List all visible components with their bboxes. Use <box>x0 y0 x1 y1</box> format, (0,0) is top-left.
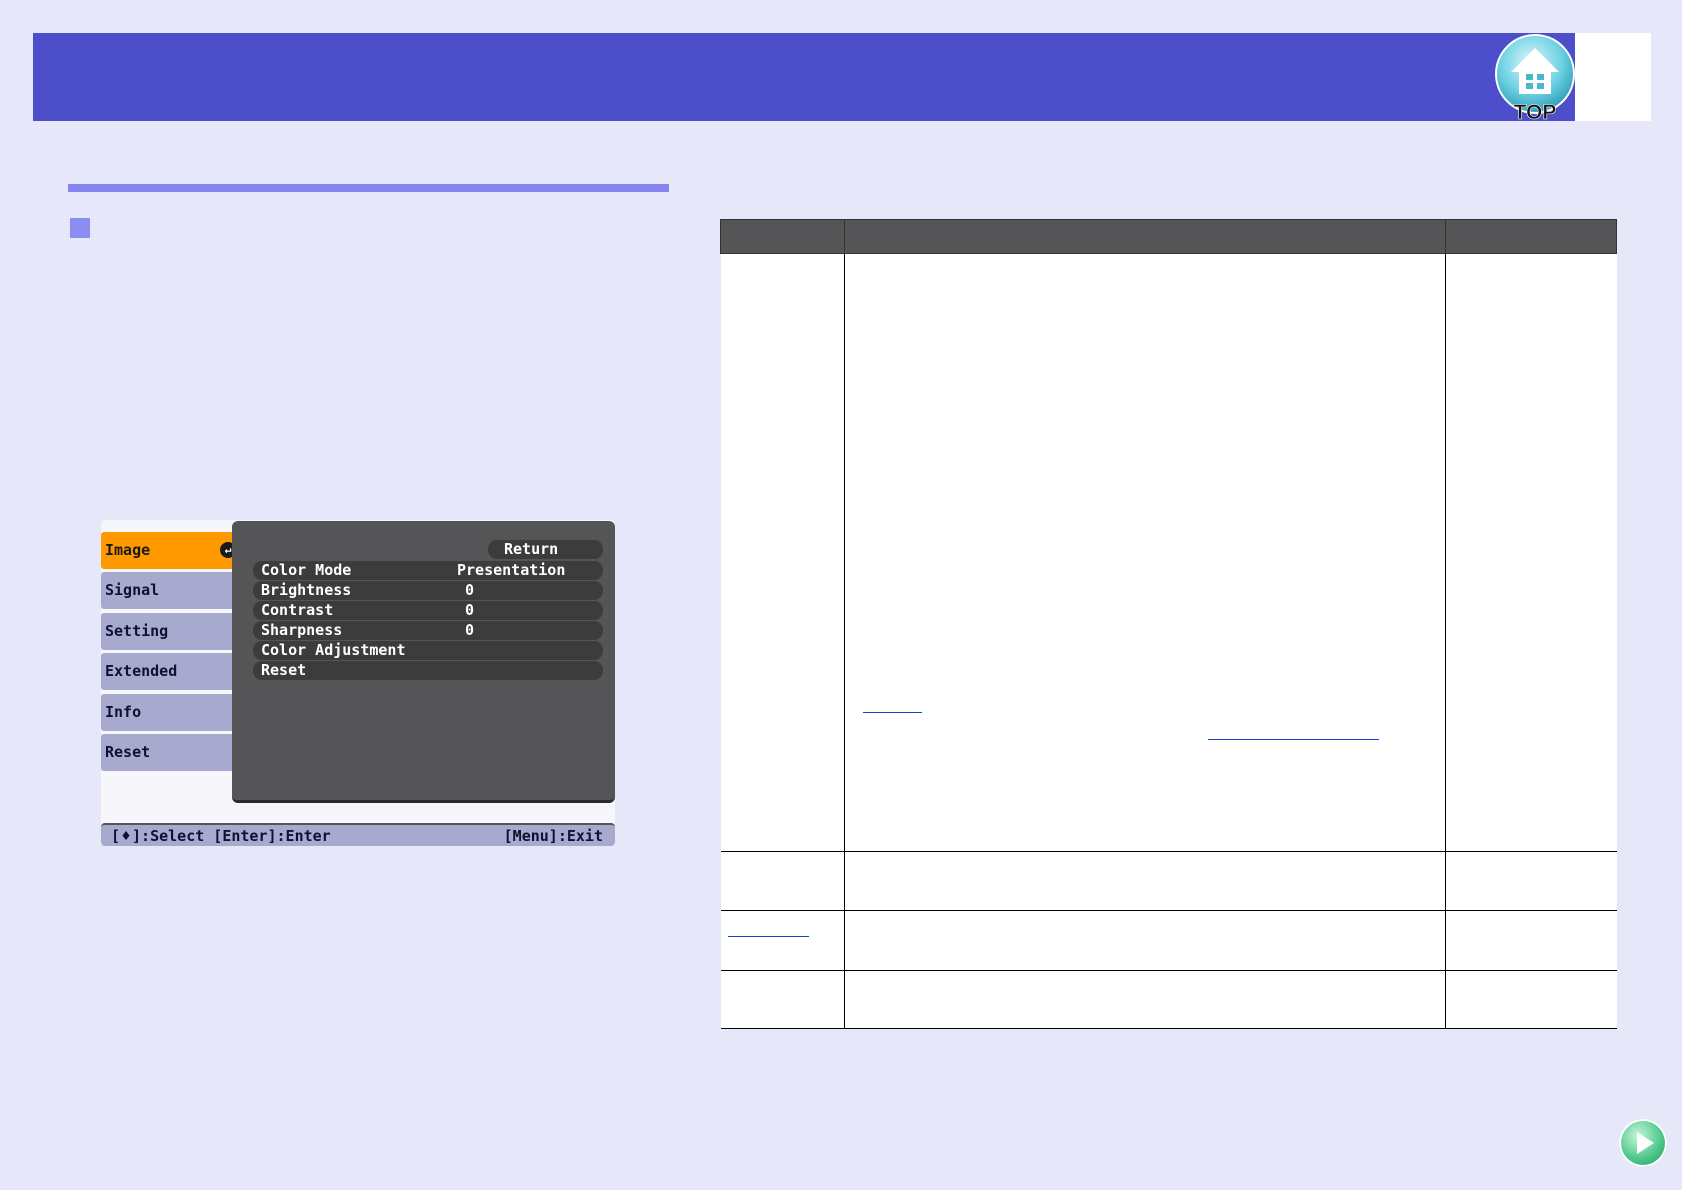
osd-row-color-adjustment: Color Adjustment <box>253 641 603 660</box>
osd-row-color-mode: Color Mode Presentation <box>253 561 603 580</box>
table-cell <box>844 910 1446 971</box>
osd-tab-reset: Reset <box>101 734 240 771</box>
up-down-arrow-icon: ♦ <box>121 827 131 845</box>
table-cell <box>844 253 1446 852</box>
osd-tab-label: Signal <box>105 581 160 599</box>
osd-tab-label: Image <box>105 541 151 559</box>
osd-menu-screenshot: Image ↵ Signal Setting Extended Info Res… <box>101 520 615 846</box>
osd-tab-setting: Setting <box>101 613 240 650</box>
osd-tab-extended: Extended <box>101 653 240 690</box>
table-cell <box>1445 851 1617 911</box>
table-cell <box>1445 970 1617 1029</box>
osd-tab-label: Setting <box>105 622 169 640</box>
osd-row-label: Reset <box>261 661 307 679</box>
table-cell <box>844 851 1446 911</box>
section-rule <box>68 184 669 192</box>
osd-return-item: Return <box>488 540 603 559</box>
table-header-cell <box>720 219 845 254</box>
osd-row-contrast: Contrast 0 <box>253 601 603 620</box>
settings-table <box>720 219 1617 1029</box>
osd-row-label: Contrast <box>261 601 334 619</box>
osd-tab-label: Reset <box>105 743 151 761</box>
home-icon: TOP <box>1495 34 1575 124</box>
osd-tab-label: Extended <box>105 662 178 680</box>
table-cell <box>844 970 1446 1029</box>
table-header-row <box>720 219 1617 254</box>
table-cell <box>720 970 845 1029</box>
table-cell <box>1445 910 1617 971</box>
table-row <box>720 851 1617 911</box>
osd-row-value: 0 <box>465 621 475 639</box>
osd-row-reset: Reset <box>253 661 603 680</box>
table-cell <box>720 851 845 911</box>
next-page-button[interactable] <box>1619 1119 1667 1167</box>
osd-footer-left-text: ]:Select [Enter]:Enter <box>132 827 331 845</box>
subsection-bullet-icon <box>70 218 90 238</box>
top-label: TOP <box>1514 101 1557 124</box>
osd-row-brightness: Brightness 0 <box>253 581 603 600</box>
osd-footer-hint: [♦]:Select [Enter]:Enter <box>111 825 331 848</box>
arrow-right-icon <box>1637 1132 1654 1154</box>
cross-reference-link[interactable] <box>1208 739 1379 740</box>
cross-reference-link[interactable] <box>863 712 922 713</box>
table-header-cell <box>1445 219 1617 254</box>
table-header-cell <box>844 219 1446 254</box>
table-cell <box>720 253 845 852</box>
osd-footer-bracket: [ <box>111 827 121 845</box>
osd-row-label: Color Mode <box>261 561 352 579</box>
osd-row-sharpness: Sharpness 0 <box>253 621 603 640</box>
osd-row-label: Brightness <box>261 581 352 599</box>
osd-return-label: Return <box>504 540 559 558</box>
table-row <box>720 910 1617 971</box>
osd-row-label: Color Adjustment <box>261 641 406 659</box>
osd-footer: [♦]:Select [Enter]:Enter [Menu]:Exit <box>101 823 615 846</box>
table-cell <box>1445 253 1617 852</box>
osd-footer-exit-hint: [Menu]:Exit <box>503 827 603 845</box>
header-bar <box>33 33 1575 121</box>
osd-tab-info: Info <box>101 694 240 731</box>
osd-tab-image: Image ↵ <box>101 532 240 569</box>
table-row <box>720 970 1617 1029</box>
table-cell <box>720 910 845 971</box>
top-button[interactable]: TOP <box>1493 34 1577 124</box>
page-number-box <box>1575 33 1651 121</box>
osd-tab-label: Info <box>105 703 142 721</box>
osd-row-value: 0 <box>465 601 475 619</box>
osd-row-value: Presentation <box>457 561 566 579</box>
osd-tab-signal: Signal <box>101 572 240 609</box>
osd-row-label: Sharpness <box>261 621 343 639</box>
osd-row-value: 0 <box>465 581 475 599</box>
cross-reference-link[interactable] <box>728 936 809 937</box>
table-row <box>720 253 1617 852</box>
